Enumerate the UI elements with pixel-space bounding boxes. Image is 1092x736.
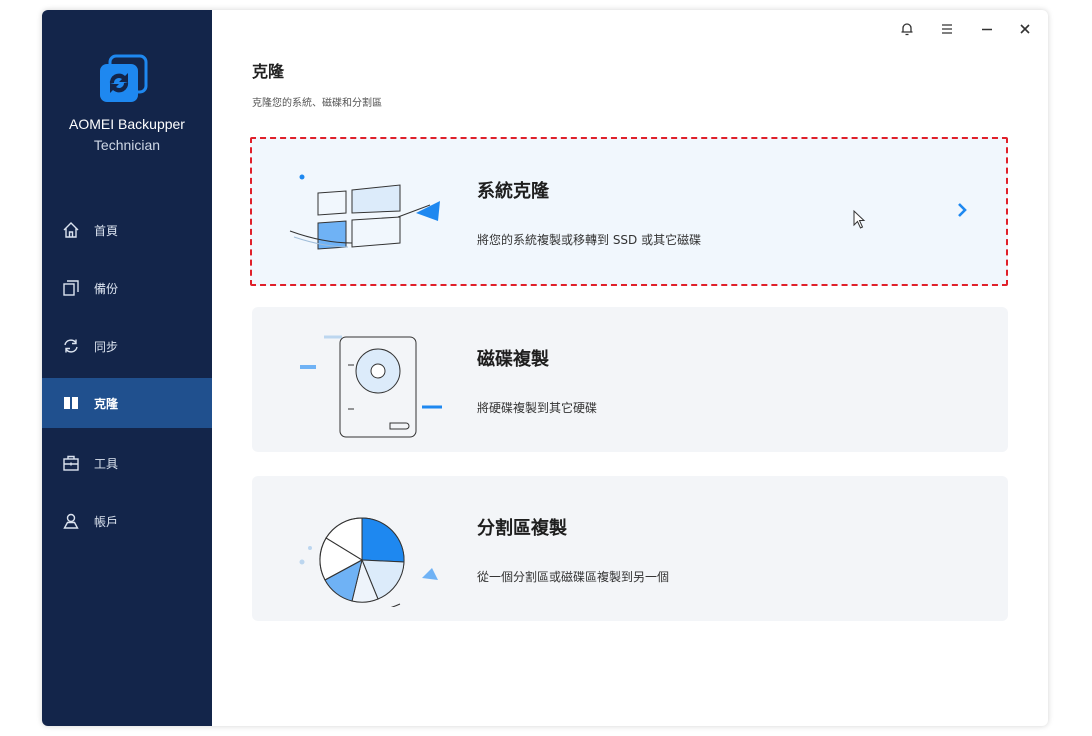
sidebar-item-label: 克隆: [94, 396, 119, 411]
sidebar: AOMEI Backupper Technician 首頁 備份 同步 克隆 工…: [42, 10, 212, 726]
page-subtitle: 克隆您的系統、磁碟和分割區: [252, 98, 382, 109]
card-description: 將您的系統複製或移轉到 SSD 或其它磁碟: [477, 233, 702, 247]
card-description: 將硬碟複製到其它硬碟: [477, 401, 598, 415]
minimize-icon[interactable]: [976, 18, 998, 40]
backup-icon: [62, 279, 80, 297]
menu-icon[interactable]: [936, 18, 958, 40]
sidebar-item-home[interactable]: 首頁: [42, 205, 212, 255]
clone-icon: [62, 394, 80, 412]
card-title: 磁碟複製: [477, 349, 549, 370]
main-content: 克隆 克隆您的系統、磁碟和分割區 系統克隆 將您的系統複製或移轉到 SSD 或其…: [212, 10, 1048, 726]
card-description: 從一個分割區或磁碟區複製到另一個: [477, 570, 670, 584]
sidebar-item-label: 工具: [94, 456, 119, 471]
home-icon: [62, 221, 80, 239]
bell-icon[interactable]: [896, 18, 918, 40]
card-title: 分割區複製: [477, 518, 567, 539]
chevron-right-icon[interactable]: [954, 199, 970, 221]
sidebar-item-tools[interactable]: 工具: [42, 438, 212, 488]
page-title: 克隆: [252, 62, 285, 81]
sidebar-item-label: 帳戶: [94, 514, 119, 529]
sidebar-item-label: 同步: [94, 339, 119, 354]
sidebar-item-clone[interactable]: 克隆: [42, 378, 212, 428]
sidebar-item-sync[interactable]: 同步: [42, 321, 212, 371]
mouse-pointer-icon: [852, 209, 868, 231]
disk-clone-card[interactable]: 磁碟複製 將硬碟複製到其它硬碟: [252, 307, 1008, 452]
sync-icon: [62, 337, 80, 355]
partition-clone-illustration-icon: [282, 492, 442, 613]
sidebar-item-label: 首頁: [94, 223, 119, 238]
card-title: 系統克隆: [477, 181, 549, 202]
app-edition: Technician: [93, 137, 161, 153]
system-clone-card[interactable]: 系統克隆 將您的系統複製或移轉到 SSD 或其它磁碟: [250, 137, 1008, 286]
app-name: AOMEI Backupper: [69, 116, 185, 132]
app-logo-icon: [98, 54, 148, 104]
app-window: AOMEI Backupper Technician 首頁 備份 同步 克隆 工…: [42, 10, 1048, 726]
close-icon[interactable]: [1014, 18, 1036, 40]
system-clone-illustration-icon: [282, 155, 442, 270]
partition-clone-card[interactable]: 分割區複製 從一個分割區或磁碟區複製到另一個: [252, 476, 1008, 621]
toolbox-icon: [62, 454, 80, 472]
account-icon: [62, 512, 80, 530]
sidebar-item-account[interactable]: 帳戶: [42, 496, 212, 546]
sidebar-item-label: 備份: [94, 281, 119, 296]
sidebar-item-backup[interactable]: 備份: [42, 263, 212, 313]
disk-clone-illustration-icon: [282, 323, 446, 438]
